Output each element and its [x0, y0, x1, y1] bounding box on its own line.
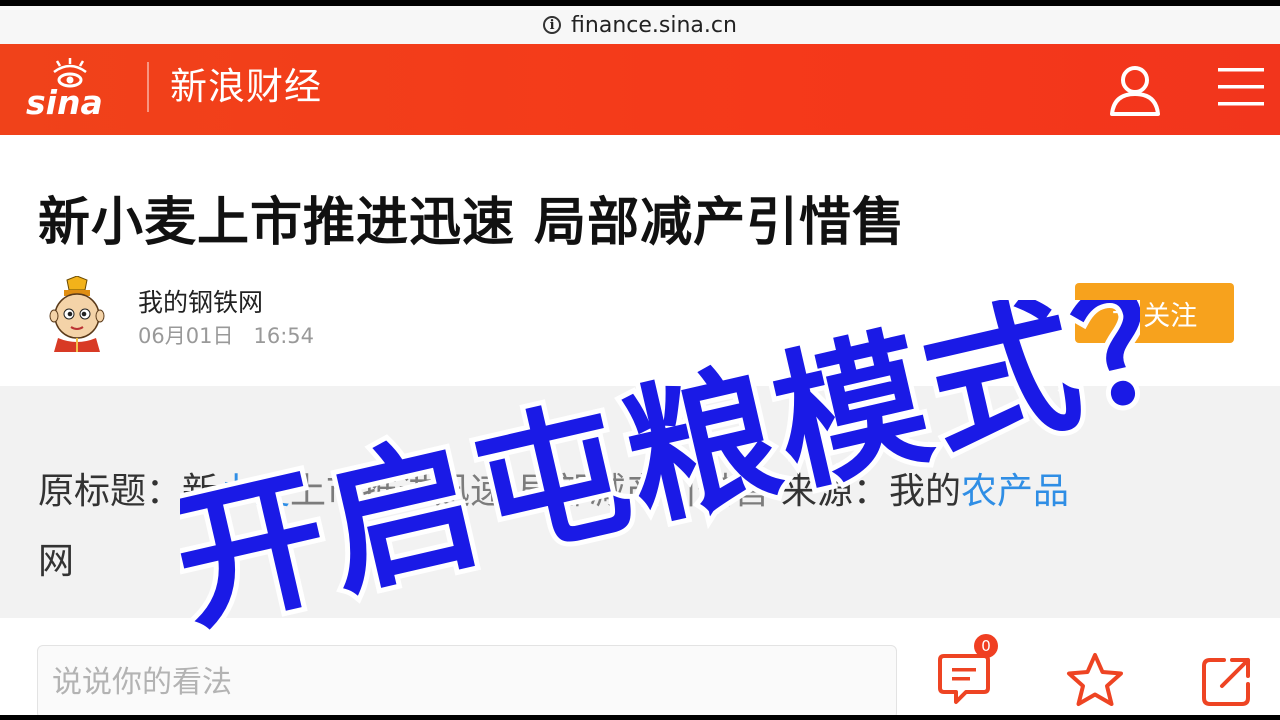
follow-button[interactable]: + 关注 — [1075, 283, 1234, 343]
header-title: 新浪财经 — [170, 65, 322, 108]
content-line-2: 网 — [38, 541, 75, 582]
info-icon[interactable]: i — [543, 16, 562, 34]
follow-label: 关注 — [1143, 300, 1198, 331]
content-source: 来源：我的 — [769, 471, 961, 512]
sina-logo[interactable]: sina — [24, 58, 124, 124]
favorite-star-icon[interactable] — [1066, 652, 1124, 708]
comment-count-badge: 0 — [974, 634, 998, 658]
site-header: sina 新浪财经 — [0, 44, 1280, 135]
author-avatar[interactable] — [40, 276, 114, 352]
content-seg3: 上市推进迅速 局部减产引惜售 — [290, 471, 770, 512]
content-seg1: 新 — [182, 471, 219, 512]
article-title: 新小麦上市推进迅速 局部减产引惜售 — [38, 193, 906, 253]
publish-datetime: 06月01日 16:54 — [138, 320, 314, 350]
url-text: finance.sina.cn — [571, 12, 737, 38]
keyword-link-agri[interactable]: 农产品 — [961, 471, 1069, 512]
plus-icon: + — [1111, 296, 1130, 329]
publish-time: 16:54 — [253, 324, 315, 348]
keyword-link-wheat[interactable]: 小麦 — [218, 471, 290, 512]
author-name[interactable]: 我的钢铁网 — [138, 283, 263, 319]
address-bar[interactable]: i finance.sina.cn — [0, 6, 1280, 44]
comment-icon[interactable] — [936, 650, 992, 706]
frame-bottom — [0, 715, 1280, 720]
header-divider — [147, 62, 149, 112]
comment-input[interactable] — [37, 645, 897, 719]
menu-icon[interactable] — [1216, 62, 1266, 112]
user-icon[interactable] — [1106, 60, 1164, 118]
share-icon[interactable] — [1200, 654, 1254, 708]
publish-date: 06月01日 — [138, 324, 234, 348]
logo-text: sina — [26, 83, 103, 122]
content-prefix: 原标题： — [38, 471, 183, 512]
screen: i finance.sina.cn sina 新浪财经 新小麦上市推进迅速 局部… — [0, 0, 1280, 720]
content-line-1: 原标题：新小麦上市推进迅速 局部减产引惜售 来源：我的农产品 — [38, 462, 1069, 514]
